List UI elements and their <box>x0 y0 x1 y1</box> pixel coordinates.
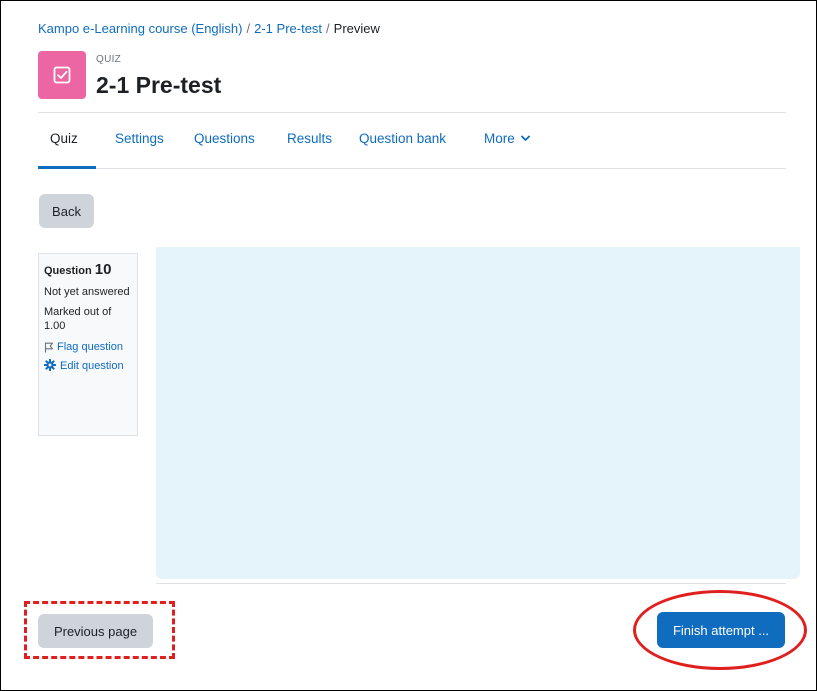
activity-type-label: QUIZ <box>96 54 122 65</box>
gear-icon <box>44 359 56 371</box>
tab-question-bank[interactable]: Question bank <box>359 131 446 146</box>
breadcrumb-current: Preview <box>333 21 380 36</box>
secondary-navigation: Quiz Settings Questions Results Question… <box>38 113 786 169</box>
tab-questions[interactable]: Questions <box>194 131 255 146</box>
flag-icon <box>44 342 54 352</box>
quiz-checkbox-icon <box>38 51 86 99</box>
previous-page-button[interactable]: Previous page <box>38 614 153 648</box>
tab-quiz[interactable]: Quiz <box>50 131 78 146</box>
question-number: Question 10 <box>44 262 133 279</box>
tab-more[interactable]: More <box>484 131 530 146</box>
question-number-value: 10 <box>94 261 112 278</box>
flag-question-link[interactable]: Flag question <box>44 341 133 353</box>
finish-attempt-button[interactable]: Finish attempt ... <box>657 612 785 648</box>
breadcrumb: Kampo e-Learning course (English)/2-1 Pr… <box>38 21 380 36</box>
page-title: 2-1 Pre-test <box>96 72 222 98</box>
question-label: Question <box>44 265 92 277</box>
breadcrumb-separator: / <box>326 21 330 36</box>
footer-divider <box>156 583 786 584</box>
question-grade: Marked out of 1.00 <box>44 306 112 332</box>
breadcrumb-course-link[interactable]: Kampo e-Learning course (English) <box>38 21 243 36</box>
flag-question-label: Flag question <box>57 341 124 353</box>
edit-question-link[interactable]: Edit question <box>44 359 133 373</box>
back-button[interactable]: Back <box>39 194 94 228</box>
active-tab-indicator <box>38 166 96 169</box>
question-content-area <box>156 247 800 579</box>
chevron-down-icon <box>520 135 530 141</box>
breadcrumb-separator: / <box>246 21 251 36</box>
edit-question-label: Edit question <box>60 360 124 372</box>
tab-settings[interactable]: Settings <box>115 131 164 146</box>
question-info-panel: Question 10 Not yet answered Marked out … <box>38 253 138 436</box>
breadcrumb-quiz-link[interactable]: 2-1 Pre-test <box>254 21 322 36</box>
tab-results[interactable]: Results <box>287 131 332 146</box>
tab-more-label: More <box>484 131 515 146</box>
question-state: Not yet answered <box>44 286 130 298</box>
